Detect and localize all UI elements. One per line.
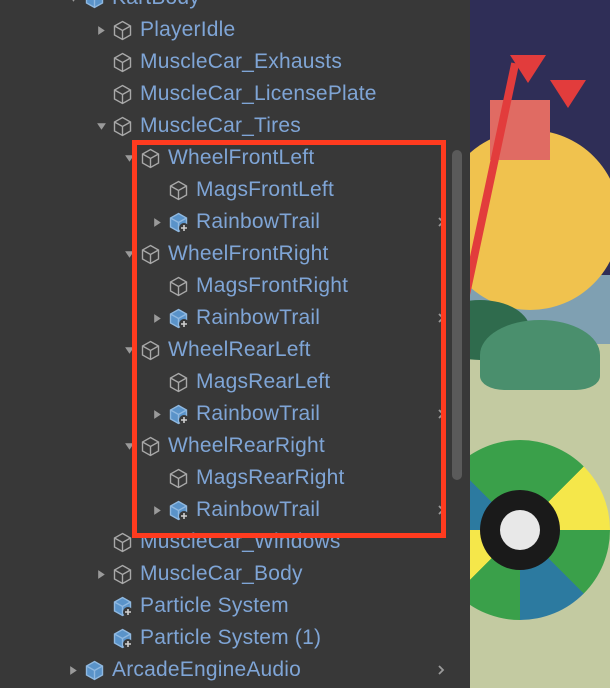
open-prefab-chevron-icon[interactable]	[434, 407, 448, 421]
hierarchy-row[interactable]: WheelRearRight	[0, 430, 470, 462]
gameobject-label[interactable]: WheelFrontRight	[168, 242, 329, 266]
prefab-added-cube-icon	[166, 498, 190, 522]
hierarchy-row[interactable]: RainbowTrail	[0, 302, 470, 334]
expand-arrow-icon[interactable]	[148, 309, 166, 327]
hierarchy-row[interactable]: MuscleCar_Exhausts	[0, 46, 470, 78]
gameobject-cube-icon	[110, 18, 134, 42]
gameobject-label[interactable]: MuscleCar_Tires	[140, 114, 301, 138]
prefab-added-cube-icon	[110, 626, 134, 650]
expand-arrow-icon[interactable]	[148, 213, 166, 231]
expand-arrow-icon[interactable]	[92, 21, 110, 39]
gameobject-label[interactable]: WheelRearLeft	[168, 338, 311, 362]
hierarchy-row[interactable]: Particle System (1)	[0, 622, 470, 654]
gameobject-label[interactable]: MuscleCar_Exhausts	[140, 50, 342, 74]
gameobject-label[interactable]: RainbowTrail	[196, 402, 320, 426]
hierarchy-row[interactable]: MuscleCar_Tires	[0, 110, 470, 142]
gameobject-label[interactable]: WheelRearRight	[168, 434, 325, 458]
open-prefab-chevron-icon[interactable]	[434, 215, 448, 229]
prefab-added-cube-icon	[166, 402, 190, 426]
gameobject-label[interactable]: PlayerIdle	[140, 18, 235, 42]
hierarchy-row[interactable]: PlayerIdle	[0, 14, 470, 46]
hierarchy-row[interactable]: MuscleCar_Windows	[0, 526, 470, 558]
open-prefab-chevron-icon[interactable]	[434, 663, 448, 677]
gameobject-cube-icon	[138, 434, 162, 458]
gameobject-label[interactable]: WheelFrontLeft	[168, 146, 314, 170]
gameobject-label[interactable]: Particle System (1)	[140, 626, 321, 650]
hierarchy-row[interactable]: Particle System	[0, 590, 470, 622]
hierarchy-row[interactable]: MagsRearRight	[0, 462, 470, 494]
expand-arrow-icon[interactable]	[92, 565, 110, 583]
gameobject-label[interactable]: MagsFrontRight	[196, 274, 348, 298]
hierarchy-row[interactable]: WheelFrontRight	[0, 238, 470, 270]
scene-viewport	[470, 0, 610, 688]
gameobject-label[interactable]: MagsFrontLeft	[196, 178, 334, 202]
gameobject-label[interactable]: ArcadeEngineAudio	[112, 658, 301, 682]
gameobject-cube-icon	[110, 114, 134, 138]
gameobject-cube-icon	[166, 370, 190, 394]
gameobject-cube-icon	[166, 178, 190, 202]
prefab-cube-icon	[82, 0, 106, 10]
scrollbar-thumb[interactable]	[452, 150, 462, 480]
gameobject-cube-icon	[138, 242, 162, 266]
gameobject-label[interactable]: MuscleCar_LicensePlate	[140, 82, 377, 106]
gameobject-label[interactable]: Particle System	[140, 594, 289, 618]
collapse-arrow-icon[interactable]	[64, 0, 82, 7]
prefab-added-cube-icon	[166, 306, 190, 330]
gameobject-cube-icon	[166, 274, 190, 298]
gameobject-cube-icon	[110, 530, 134, 554]
hierarchy-row[interactable]: MagsFrontLeft	[0, 174, 470, 206]
hierarchy-row[interactable]: MagsFrontRight	[0, 270, 470, 302]
gameobject-cube-icon	[138, 146, 162, 170]
prefab-added-cube-icon	[166, 210, 190, 234]
gameobject-label[interactable]: MagsRearRight	[196, 466, 345, 490]
gameobject-cube-icon	[110, 562, 134, 586]
gameobject-cube-icon	[110, 50, 134, 74]
collapse-arrow-icon[interactable]	[120, 245, 138, 263]
hierarchy-row[interactable]: RainbowTrail	[0, 494, 470, 526]
expand-arrow-icon[interactable]	[148, 501, 166, 519]
gameobject-cube-icon	[138, 338, 162, 362]
gameobject-label[interactable]: KartBody	[112, 0, 200, 10]
hierarchy-row[interactable]: MagsRearLeft	[0, 366, 470, 398]
hierarchy-row[interactable]: WheelFrontLeft	[0, 142, 470, 174]
gameobject-label[interactable]: MuscleCar_Windows	[140, 530, 341, 554]
hierarchy-row[interactable]: MuscleCar_LicensePlate	[0, 78, 470, 110]
gameobject-label[interactable]: RainbowTrail	[196, 210, 320, 234]
gameobject-cube-icon	[166, 466, 190, 490]
expand-arrow-icon[interactable]	[64, 661, 82, 679]
hierarchy-row[interactable]: WheelRearLeft	[0, 334, 470, 366]
collapse-arrow-icon[interactable]	[120, 437, 138, 455]
prefab-cube-icon	[82, 658, 106, 682]
hierarchy-row[interactable]: RainbowTrail	[0, 398, 470, 430]
collapse-arrow-icon[interactable]	[120, 341, 138, 359]
collapse-arrow-icon[interactable]	[92, 117, 110, 135]
gameobject-label[interactable]: MagsRearLeft	[196, 370, 330, 394]
prefab-added-cube-icon	[110, 594, 134, 618]
gameobject-cube-icon	[110, 82, 134, 106]
hierarchy-row[interactable]: ArcadeEngineAudio	[0, 654, 470, 686]
gameobject-label[interactable]: RainbowTrail	[196, 306, 320, 330]
hierarchy-row[interactable]: RainbowTrail	[0, 206, 470, 238]
open-prefab-chevron-icon[interactable]	[434, 311, 448, 325]
gameobject-label[interactable]: RainbowTrail	[196, 498, 320, 522]
open-prefab-chevron-icon[interactable]	[434, 503, 448, 517]
gameobject-label[interactable]: MuscleCar_Body	[140, 562, 303, 586]
expand-arrow-icon[interactable]	[148, 405, 166, 423]
hierarchy-panel[interactable]: KartBody PlayerIdle MuscleCar_Exhausts M…	[0, 0, 470, 688]
hierarchy-row[interactable]: KartBody	[0, 0, 470, 14]
hierarchy-row[interactable]: MuscleCar_Body	[0, 558, 470, 590]
collapse-arrow-icon[interactable]	[120, 149, 138, 167]
